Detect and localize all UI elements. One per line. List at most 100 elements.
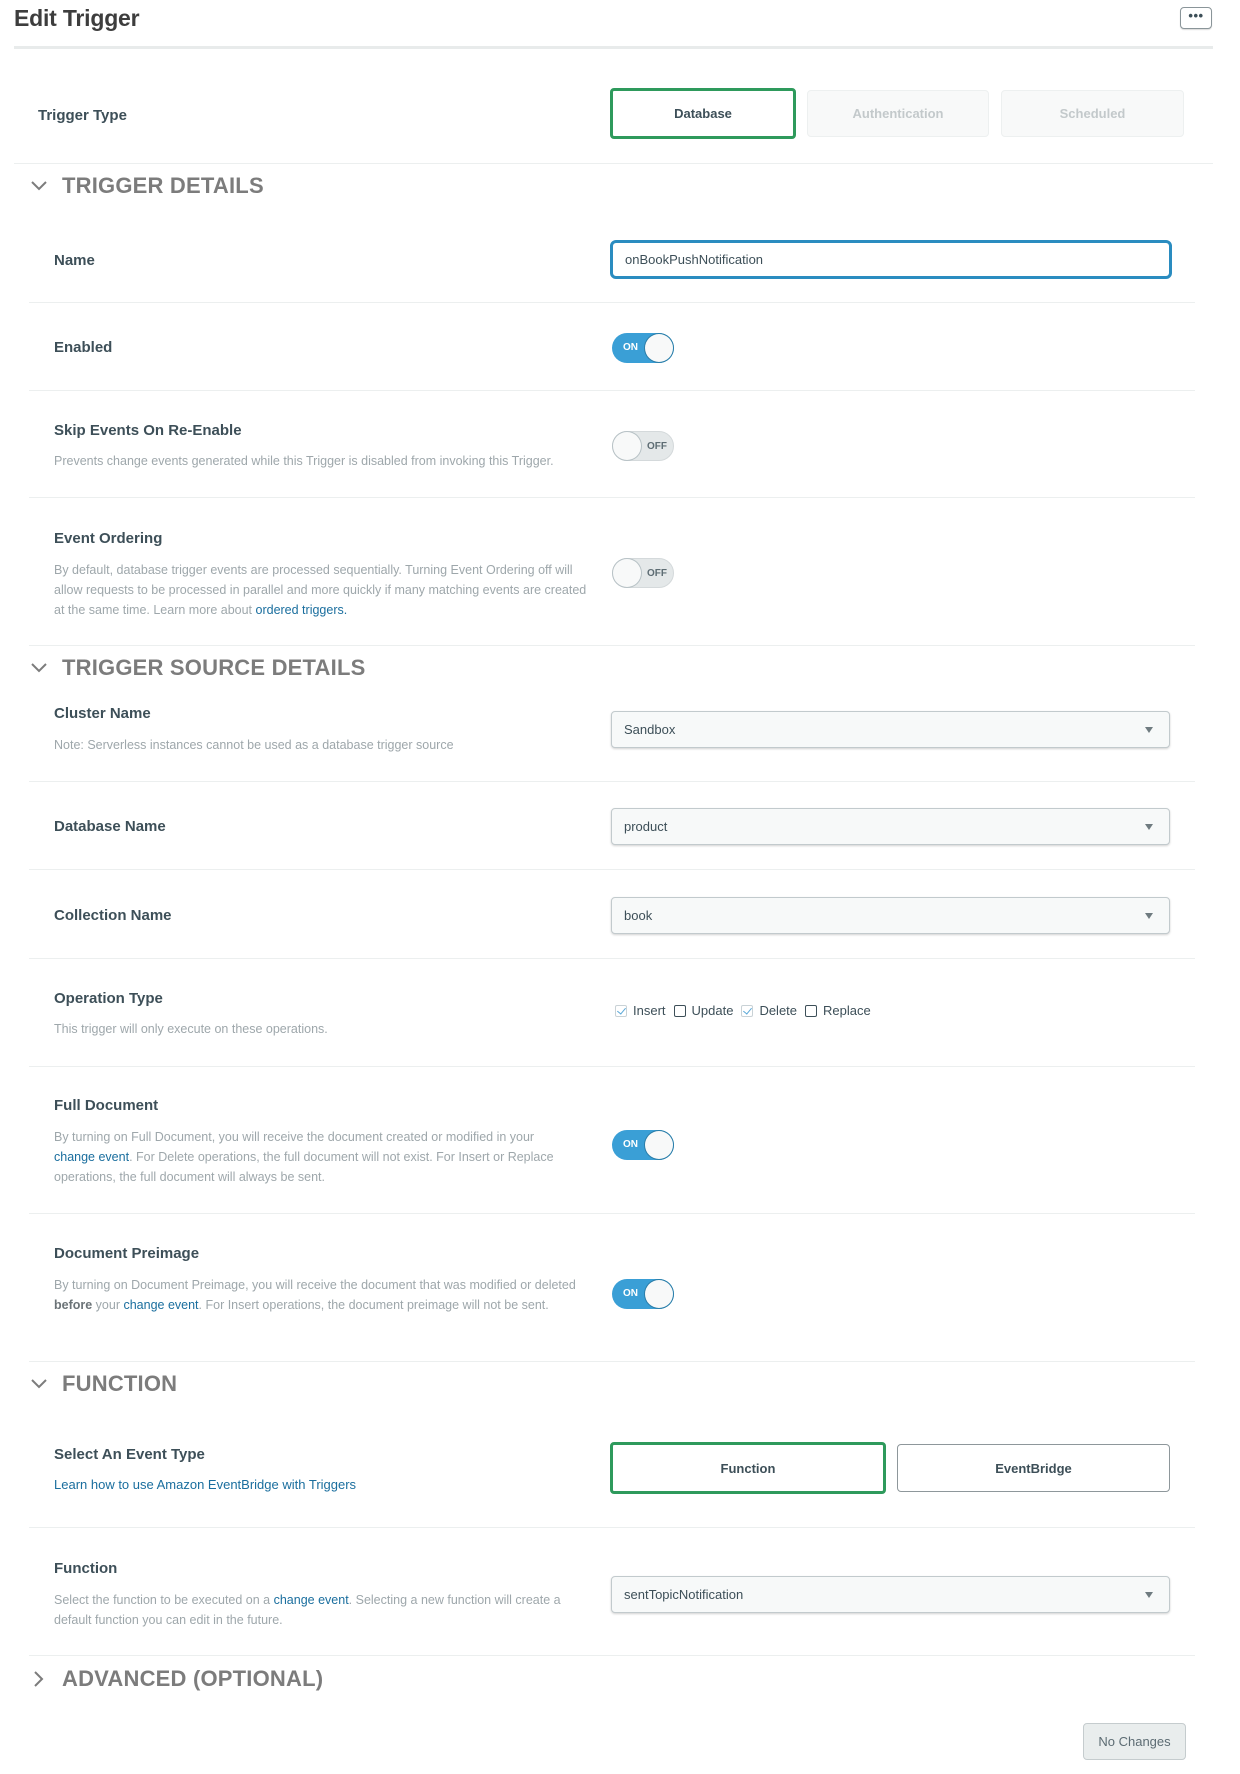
database-name-select[interactable]: product <box>611 808 1170 845</box>
section-function-header[interactable]: FUNCTION <box>28 1371 177 1397</box>
document-preimage-toggle[interactable]: ON <box>612 1279 674 1309</box>
operation-type-label: Operation Type <box>54 990 163 1007</box>
caret-down-icon <box>1145 727 1153 733</box>
checkbox-unchecked-icon <box>805 1004 818 1017</box>
divider <box>29 1527 1195 1528</box>
toggle-knob <box>613 559 641 587</box>
caret-down-icon <box>1145 913 1153 919</box>
event-ordering-label: Event Ordering <box>54 530 163 547</box>
caret-down-icon <box>1145 824 1153 830</box>
collection-name-select[interactable]: book <box>611 897 1170 934</box>
database-name-value: product <box>624 819 668 834</box>
name-input[interactable]: onBookPushNotification <box>610 240 1172 279</box>
caret-down-icon <box>1145 1592 1153 1598</box>
function-description: Select the function to be executed on a … <box>54 1590 599 1630</box>
divider <box>14 163 1213 164</box>
full-document-description: By turning on Full Document, you will re… <box>54 1127 574 1187</box>
name-input-value: onBookPushNotification <box>625 252 764 267</box>
page-title: Edit Trigger <box>14 5 140 31</box>
save-button[interactable]: No Changes <box>1083 1723 1186 1760</box>
change-event-link[interactable]: change event <box>54 1150 129 1164</box>
chevron-right-icon <box>28 1668 50 1690</box>
section-advanced-header[interactable]: ADVANCED (OPTIONAL) <box>28 1666 323 1692</box>
checkbox-label: Replace <box>823 1003 871 1018</box>
divider <box>29 1066 1195 1067</box>
divider <box>29 781 1195 782</box>
toggle-state-label: ON <box>623 342 638 353</box>
header-divider <box>14 46 1213 49</box>
event-ordering-toggle[interactable]: OFF <box>612 558 674 588</box>
cluster-name-select[interactable]: Sandbox <box>611 711 1170 748</box>
operation-replace-checkbox[interactable]: Replace <box>805 1003 871 1018</box>
desc-bold: before <box>54 1298 93 1312</box>
function-value: sentTopicNotification <box>624 1587 744 1602</box>
trigger-type-database-button[interactable]: Database <box>610 88 796 139</box>
event-type-eventbridge-button[interactable]: EventBridge <box>897 1444 1170 1492</box>
operation-delete-checkbox[interactable]: Delete <box>741 1003 797 1018</box>
enabled-label: Enabled <box>54 339 113 356</box>
cluster-name-note: Note: Serverless instances cannot be use… <box>54 738 454 752</box>
operation-type-checkboxes: Insert Update Delete Replace <box>615 1003 879 1018</box>
section-trigger-source-header[interactable]: TRIGGER SOURCE DETAILS <box>28 655 365 681</box>
more-options-button[interactable]: ••• <box>1180 7 1212 29</box>
toggle-state-label: ON <box>623 1288 638 1299</box>
toggle-state-label: OFF <box>647 568 667 579</box>
checkbox-unchecked-icon <box>673 1004 686 1017</box>
ellipsis-icon: ••• <box>1188 8 1204 23</box>
chevron-down-icon <box>28 175 50 197</box>
desc-text: . For Insert operations, the document pr… <box>198 1298 549 1312</box>
trigger-type-authentication-button[interactable]: Authentication <box>807 90 989 137</box>
database-name-label: Database Name <box>54 818 166 835</box>
change-event-link[interactable]: change event <box>274 1593 349 1607</box>
eventbridge-learn-link[interactable]: Learn how to use Amazon EventBridge with… <box>54 1477 356 1492</box>
toggle-knob <box>645 1131 673 1159</box>
checkbox-label: Delete <box>759 1003 798 1018</box>
divider <box>29 869 1195 870</box>
enabled-toggle[interactable]: ON <box>612 333 674 363</box>
chevron-down-icon <box>28 657 50 679</box>
document-preimage-label: Document Preimage <box>54 1245 200 1262</box>
collection-name-label: Collection Name <box>54 907 172 924</box>
change-event-link[interactable]: change event <box>123 1298 198 1312</box>
divider <box>29 1655 1195 1656</box>
document-preimage-description: By turning on Document Preimage, you wil… <box>54 1275 589 1315</box>
divider <box>29 1213 1195 1214</box>
cluster-name-value: Sandbox <box>624 722 676 737</box>
section-title: TRIGGER SOURCE DETAILS <box>62 655 366 680</box>
checkbox-checked-icon <box>741 1004 754 1017</box>
checkbox-checked-icon <box>615 1004 627 1017</box>
skip-events-toggle[interactable]: OFF <box>612 431 674 461</box>
event-ordering-description: By default, database trigger events are … <box>54 560 594 620</box>
event-type-function-button[interactable]: Function <box>610 1442 886 1494</box>
toggle-state-label: OFF <box>647 441 667 452</box>
full-document-label: Full Document <box>54 1097 159 1114</box>
desc-text: your <box>92 1298 124 1312</box>
operation-type-description: This trigger will only execute on these … <box>54 1022 328 1036</box>
divider <box>29 1361 1195 1362</box>
divider <box>29 958 1195 959</box>
trigger-type-scheduled-button[interactable]: Scheduled <box>1001 90 1184 137</box>
event-type-label: Select An Event Type <box>54 1446 205 1463</box>
function-select[interactable]: sentTopicNotification <box>611 1576 1170 1613</box>
skip-events-description: Prevents change events generated while t… <box>54 454 554 468</box>
full-document-toggle[interactable]: ON <box>612 1130 674 1160</box>
section-trigger-details-header[interactable]: TRIGGER DETAILS <box>28 173 264 199</box>
ordered-triggers-link[interactable]: ordered triggers. <box>256 603 348 617</box>
desc-text: By turning on Full Document, you will re… <box>54 1130 535 1144</box>
operation-insert-checkbox[interactable]: Insert <box>615 1003 666 1018</box>
checkbox-label: Insert <box>633 1003 666 1018</box>
divider <box>29 645 1195 646</box>
operation-update-checkbox[interactable]: Update <box>673 1003 734 1018</box>
checkbox-label: Update <box>691 1003 734 1018</box>
divider <box>29 302 1195 303</box>
section-title: ADVANCED (OPTIONAL) <box>62 1666 324 1691</box>
section-title: FUNCTION <box>62 1371 178 1396</box>
name-label: Name <box>54 252 95 269</box>
desc-text: Select the function to be executed on a <box>54 1593 274 1607</box>
divider <box>29 390 1195 391</box>
trigger-type-label: Trigger Type <box>38 107 127 124</box>
toggle-knob <box>645 334 673 362</box>
section-title: TRIGGER DETAILS <box>62 173 264 198</box>
function-label: Function <box>54 1560 118 1577</box>
collection-name-value: book <box>624 908 653 923</box>
